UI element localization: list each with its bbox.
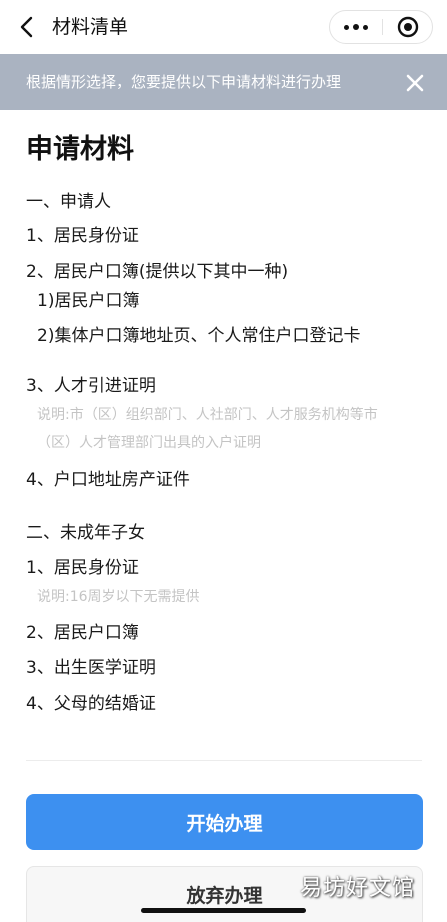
target-circle-icon (397, 16, 419, 38)
home-indicator[interactable] (141, 908, 306, 913)
list-item: 1、居民身份证 (26, 558, 139, 578)
list-item: 4、户口地址房产证件 (26, 470, 190, 490)
navigation-bar: 材料清单 (0, 0, 447, 54)
list-sub-item: 1)居民户口簿 (37, 291, 140, 311)
watermark-text: 易坊好文馆 (300, 876, 416, 901)
note-text: 说明:16周岁以下无需提供 (37, 589, 200, 605)
notice-close-button[interactable] (404, 72, 426, 94)
close-icon (406, 74, 424, 92)
back-button[interactable] (14, 13, 42, 41)
list-item: 3、人才引进证明 (26, 376, 156, 396)
list-item: 1、居民身份证 (26, 226, 139, 246)
list-sub-item: 2)集体户口簿地址页、个人常住户口登记卡 (37, 326, 361, 346)
page-title: 申请材料 (26, 134, 134, 165)
chevron-left-icon (20, 16, 33, 38)
page-title-bar: 材料清单 (52, 16, 129, 38)
mini-program-capsule (329, 10, 433, 44)
list-item: 4、父母的结婚证 (26, 694, 156, 714)
list-item: 2、居民户口簿(提供以下其中一种) (26, 262, 289, 282)
notice-text: 根据情形选择，您要提供以下申请材料进行办理 (26, 73, 342, 91)
content-divider (26, 760, 422, 761)
note-text: 说明:市（区）组织部门、人社部门、人才服务机构等市 (37, 407, 378, 423)
note-text: （区）人才管理部门出具的入户证明 (37, 435, 261, 451)
section-heading: 一、申请人 (26, 192, 111, 212)
start-button[interactable]: 开始办理 (26, 794, 423, 850)
exit-button[interactable] (383, 11, 433, 43)
more-dots-icon (342, 24, 370, 30)
section-heading: 二、未成年子女 (26, 523, 145, 543)
list-item: 3、出生医学证明 (26, 658, 156, 678)
notice-banner: 根据情形选择，您要提供以下申请材料进行办理 (0, 54, 447, 110)
list-item: 2、居民户口簿 (26, 623, 139, 643)
more-button[interactable] (330, 11, 382, 43)
